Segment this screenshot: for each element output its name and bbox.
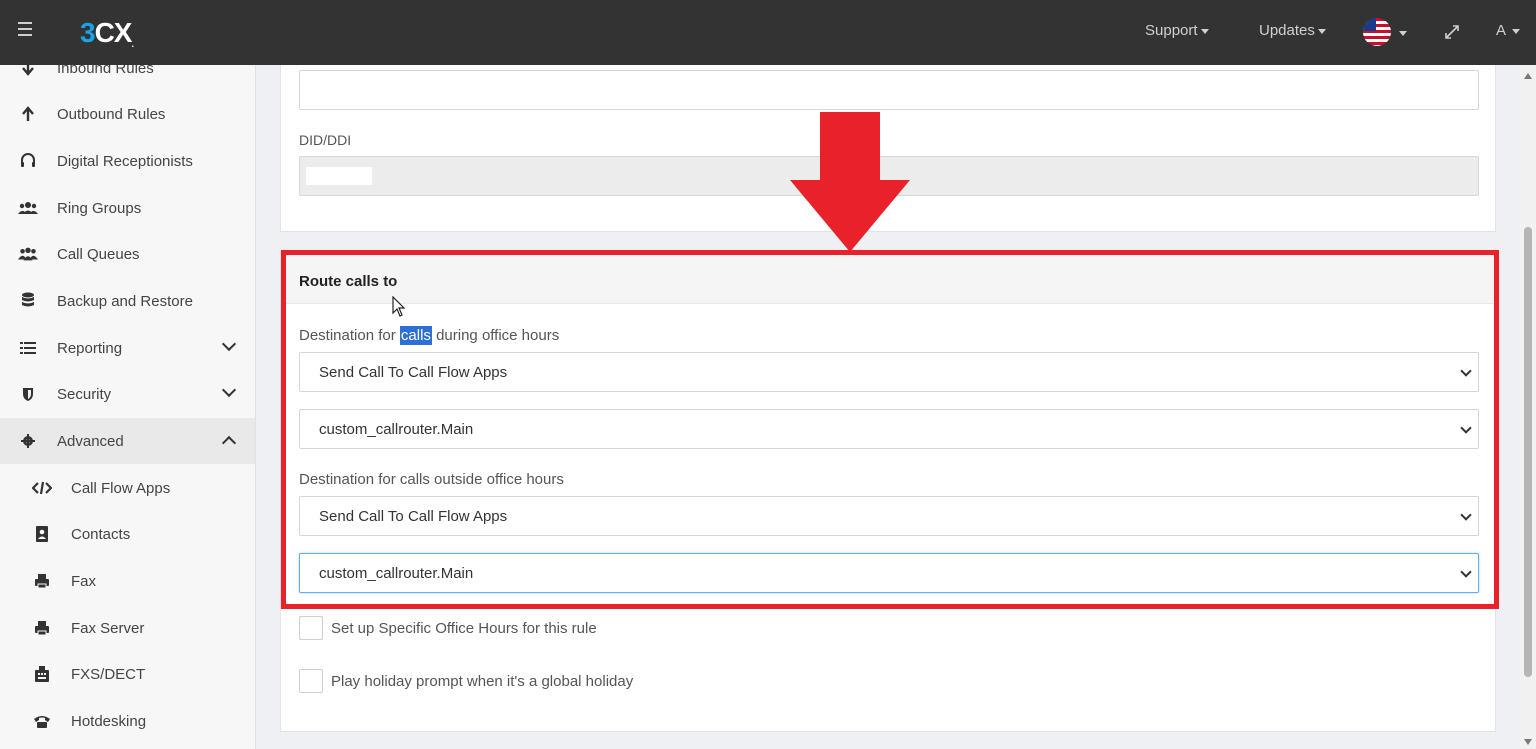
support-menu[interactable]: Support	[1145, 22, 1209, 39]
list-icon	[18, 338, 38, 358]
outside-destination-type-select[interactable]: Send Call To Call Flow Apps	[299, 496, 1479, 536]
gear-icon	[18, 431, 38, 451]
users-icon	[18, 198, 38, 218]
specific-hours-checkbox[interactable]	[299, 616, 323, 640]
fax-icon	[32, 571, 52, 591]
annotation-arrow-icon	[790, 112, 910, 252]
arrow-down-icon	[18, 65, 38, 78]
holiday-prompt-row: Play holiday prompt when it's a global h…	[299, 669, 633, 693]
caret-down-icon	[1399, 30, 1407, 36]
fax-icon	[32, 618, 52, 638]
code-icon	[32, 478, 52, 498]
language-menu[interactable]	[1363, 18, 1407, 46]
caret-down-icon	[1512, 29, 1521, 34]
sidebar-item-hotdesking[interactable]: Hotdesking	[0, 698, 255, 744]
fullscreen-icon[interactable]	[1444, 24, 1460, 40]
chevron-down-icon[interactable]	[221, 336, 237, 352]
sidebar-item-call-queues[interactable]: Call Queues	[0, 231, 255, 277]
phone-icon	[32, 711, 52, 731]
chevron-down-icon[interactable]	[221, 382, 237, 398]
updates-menu[interactable]: Updates	[1259, 22, 1326, 39]
sidebar-item-advanced[interactable]: Advanced	[0, 418, 255, 464]
chevron-up-icon[interactable]	[221, 435, 237, 451]
sidebar-item-security[interactable]: Security	[0, 371, 255, 417]
sidebar: Inbound Rules Outbound Rules Digital Rec…	[0, 65, 256, 749]
did-label: DID/DDI	[299, 132, 352, 148]
rule-name-input[interactable]	[299, 70, 1479, 110]
route-calls-card: Route calls to Destination for calls dur…	[280, 250, 1496, 732]
outside-hours-label: Destination for calls outside office hou…	[299, 471, 564, 488]
chevron-down-icon	[1460, 422, 1472, 434]
sidebar-item-inbound-rules[interactable]: Inbound Rules	[0, 65, 255, 91]
outside-destination-app-select[interactable]: custom_callrouter.Main	[299, 553, 1479, 593]
chevron-down-icon	[1460, 566, 1472, 578]
sidebar-item-fxs-dect[interactable]: FXS/DECT	[0, 651, 255, 697]
logo-3cx[interactable]: 3CX.	[80, 17, 134, 49]
office-hours-label: Destination for calls during office hour…	[299, 326, 560, 345]
chevron-down-icon	[1460, 365, 1472, 377]
database-icon	[18, 291, 38, 311]
caret-down-icon	[1317, 29, 1326, 34]
sidebar-item-contacts[interactable]: Contacts	[0, 511, 255, 557]
scroll-thumb[interactable]	[1524, 227, 1532, 677]
sidebar-item-backup-and-restore[interactable]: Backup and Restore	[0, 278, 255, 324]
contact-book-icon	[32, 524, 52, 544]
sidebar-item-fax-server[interactable]: Fax Server	[0, 605, 255, 651]
chevron-down-icon	[1460, 509, 1472, 521]
hamburger-menu-icon[interactable]	[18, 22, 38, 42]
route-calls-title: Route calls to	[299, 273, 398, 290]
sidebar-item-ring-groups[interactable]: Ring Groups	[0, 185, 255, 231]
user-menu[interactable]: A	[1496, 22, 1521, 39]
office-destination-app-select[interactable]: custom_callrouter.Main	[299, 409, 1479, 449]
sidebar-item-outbound-rules[interactable]: Outbound Rules	[0, 91, 255, 137]
specific-hours-row: Set up Specific Office Hours for this ru…	[299, 616, 597, 640]
selected-text: calls	[399, 326, 432, 345]
headset-icon	[18, 151, 38, 171]
page-scrollbar[interactable]	[1520, 65, 1536, 749]
route-calls-header: Route calls to	[281, 251, 1495, 304]
shield-icon	[18, 384, 38, 404]
mouse-cursor-icon	[392, 296, 406, 317]
scroll-up-arrow-icon[interactable]	[1524, 73, 1532, 79]
fxs-device-icon	[32, 664, 52, 684]
sidebar-item-digital-receptionists[interactable]: Digital Receptionists	[0, 138, 255, 184]
arrow-up-icon	[18, 104, 38, 124]
sidebar-item-call-flow-apps[interactable]: Call Flow Apps	[0, 465, 255, 511]
group-icon	[18, 244, 38, 264]
top-bar: 3CX. Support Updates A	[0, 0, 1536, 65]
caret-down-icon	[1200, 29, 1209, 34]
sidebar-item-reporting[interactable]: Reporting	[0, 325, 255, 371]
sidebar-item-fax[interactable]: Fax	[0, 558, 255, 604]
office-destination-type-select[interactable]: Send Call To Call Flow Apps	[299, 352, 1479, 392]
redacted-value	[306, 167, 372, 185]
scroll-down-arrow-icon[interactable]	[1524, 739, 1532, 745]
us-flag-icon	[1363, 18, 1391, 46]
holiday-prompt-checkbox[interactable]	[299, 669, 323, 693]
